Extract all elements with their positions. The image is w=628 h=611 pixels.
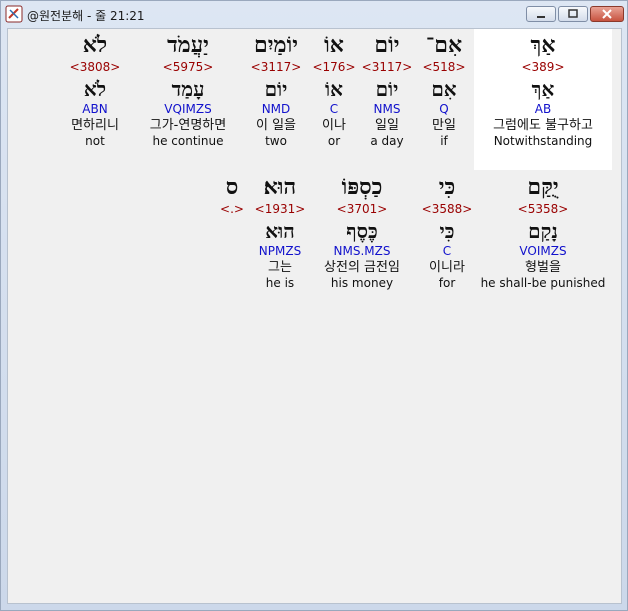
app-window: @원전분해 - 줄 21:21 אַךְ <389> אַךְ AB 그럼에도 … [0, 0, 628, 611]
strong-number: <3588> [421, 202, 473, 216]
hebrew-lemma: לֹא [83, 77, 107, 101]
korean-gloss: 이 일을 [255, 118, 296, 133]
hebrew-word: יוֹמַיִם [254, 32, 298, 58]
korean-gloss: 그는 [268, 260, 292, 275]
strong-number: <5975> [162, 60, 214, 74]
word-cell[interactable]: אוֹ <176> אוֹ C 이나 or [312, 29, 356, 149]
maximize-icon [568, 9, 578, 18]
close-icon [602, 9, 612, 19]
korean-gloss: 이나 [322, 118, 346, 133]
morphology-code: VOIMZS [519, 244, 567, 258]
morphology-code: NPMZS [258, 244, 302, 258]
morphology-code: ABN [82, 102, 108, 116]
english-gloss: his money [330, 276, 394, 290]
interlinear-panel[interactable]: אַךְ <389> אַךְ AB 그럼에도 불구하고 Notwithstan… [7, 28, 622, 604]
strong-number: <3701> [336, 202, 388, 216]
english-gloss: he continue [152, 134, 224, 148]
hebrew-lemma: יוֹם [264, 77, 288, 101]
title-bar[interactable]: @원전분해 - 줄 21:21 [1, 1, 627, 27]
korean-gloss: 그가-연명하면 [149, 118, 227, 133]
word-cell[interactable]: הוּא׃ <1931> הוּא NPMZS 그는 he is [252, 171, 308, 291]
window-title: @원전분해 - 줄 21:21 [27, 9, 145, 23]
word-cell[interactable]: ס <.> [214, 171, 250, 217]
english-gloss: he shall-be punished [480, 276, 606, 290]
word-cell[interactable]: כַסְפּוֹ <3701> כֶּסֶף NMS.MZS 상전의 금전임 h… [310, 171, 414, 291]
english-gloss: Notwithstanding [493, 134, 593, 148]
word-cell[interactable]: אִם־ <518> אִם Q 만일 if [418, 29, 470, 149]
english-gloss: not [85, 134, 105, 148]
hebrew-word: אַךְ [530, 32, 556, 58]
hebrew-lemma: הוּא [265, 219, 295, 243]
hebrew-word: אוֹ [324, 32, 344, 58]
hebrew-word: יוֹם [374, 32, 400, 58]
morphology-code: C [329, 102, 339, 116]
minimize-button[interactable] [526, 6, 556, 22]
word-cell[interactable]: יֻקַּם <5358> נָקַם VOIMZS 형벌을 he shall-… [478, 171, 608, 291]
hebrew-lemma: אִם [431, 77, 457, 101]
strong-number: <.> [220, 202, 244, 216]
hebrew-word: ס [225, 174, 239, 200]
english-gloss: a day [370, 134, 404, 148]
hebrew-lemma: נָקַם [528, 219, 558, 243]
maximize-button[interactable] [558, 6, 588, 22]
english-gloss: for [438, 276, 456, 290]
morphology-code: AB [534, 102, 552, 116]
korean-gloss: 이니라 [429, 260, 465, 275]
korean-gloss: 형벌을 [525, 260, 561, 275]
korean-gloss: 그럼에도 불구하고 [493, 118, 593, 133]
korean-gloss: 면하리니 [71, 118, 119, 133]
english-gloss: or [327, 134, 341, 148]
hebrew-word: כַסְפּוֹ [341, 174, 383, 200]
korean-gloss: 일일 [375, 118, 399, 133]
strong-number: <3117> [250, 60, 302, 74]
close-button[interactable] [590, 6, 624, 22]
strong-number: <3808> [69, 60, 121, 74]
word-cell[interactable]: אַךְ <389> אַךְ AB 그럼에도 불구하고 Notwithstan… [474, 29, 612, 170]
morphology-code: VQIMZS [164, 102, 212, 116]
hebrew-word: יֻקַּם [527, 174, 559, 200]
word-cell[interactable]: יוֹמַיִם <3117> יוֹם NMD 이 일을 two [244, 29, 308, 149]
strong-number: <176> [312, 60, 356, 74]
minimize-icon [537, 16, 545, 18]
strong-number: <518> [422, 60, 466, 74]
word-cell[interactable]: לֹא <3808> לֹא ABN 면하리니 not [62, 29, 128, 149]
strong-number: <5358> [517, 202, 569, 216]
word-cell[interactable]: כִּי <3588> כִּי C 이니라 for [418, 171, 476, 291]
hebrew-lemma: כִּי [439, 219, 455, 243]
hebrew-lemma: אוֹ [325, 77, 343, 101]
morphology-code: NMS.MZS [333, 244, 391, 258]
morphology-code: Q [439, 102, 449, 116]
english-gloss: if [440, 134, 448, 148]
korean-gloss: 상전의 금전임 [324, 260, 400, 275]
morphology-code: C [442, 244, 452, 258]
hebrew-lemma: עָמַד [171, 77, 205, 101]
hebrew-word: יַעֲמֹד [167, 32, 209, 58]
strong-number: <1931> [254, 202, 306, 216]
strong-number: <3117> [361, 60, 413, 74]
hebrew-lemma: אַךְ [531, 77, 555, 101]
hebrew-lemma: כֶּסֶף [346, 219, 378, 243]
word-cell[interactable]: יַעֲמֹד <5975> עָמַד VQIMZS 그가-연명하면 he c… [138, 29, 238, 149]
morphology-code: NMS [373, 102, 401, 116]
english-gloss: two [265, 134, 287, 148]
bible-app-icon [5, 5, 23, 23]
hebrew-word: לֹא [82, 32, 108, 58]
english-gloss: he is [265, 276, 295, 290]
word-cell[interactable]: יוֹם <3117> יוֹם NMS 일일 a day [360, 29, 414, 149]
hebrew-word: הוּא׃ [263, 174, 297, 200]
hebrew-word: כִּי [438, 174, 456, 200]
hebrew-word: אִם־ [425, 32, 463, 58]
morphology-code: NMD [261, 102, 291, 116]
korean-gloss: 만일 [432, 118, 456, 133]
hebrew-lemma: יוֹם [375, 77, 399, 101]
strong-number: <389> [521, 60, 565, 74]
